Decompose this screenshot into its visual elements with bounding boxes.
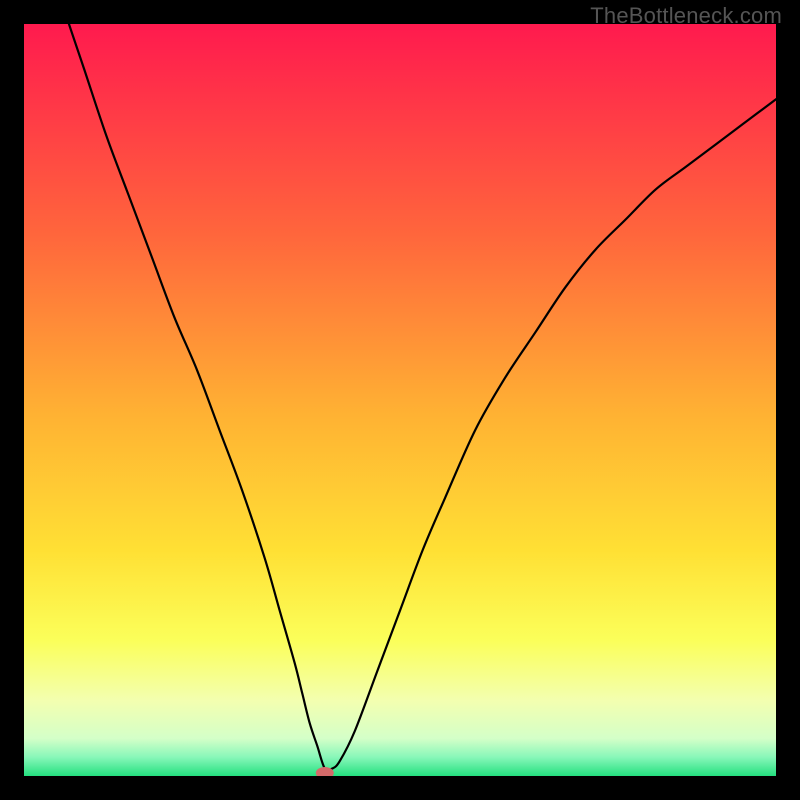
chart-frame: TheBottleneck.com [0,0,800,800]
chart-svg [24,24,776,776]
gradient-background [24,24,776,776]
plot-area [24,24,776,776]
